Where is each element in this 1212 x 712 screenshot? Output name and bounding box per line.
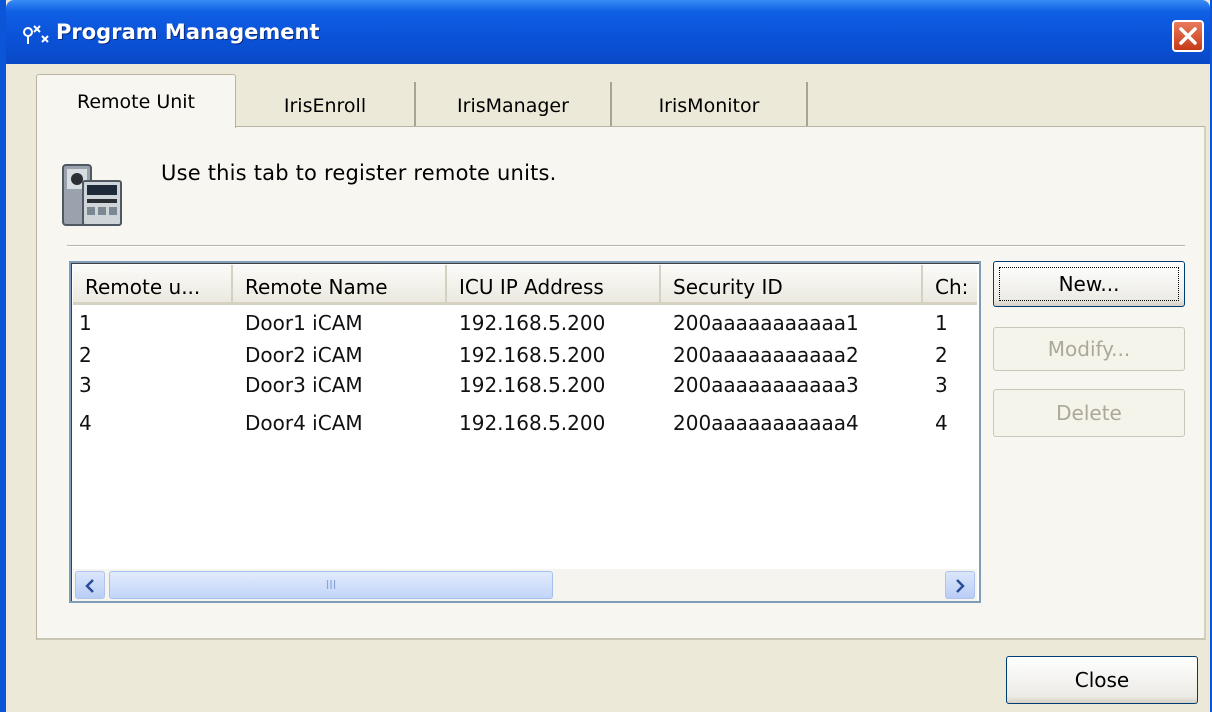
column-remote-name[interactable]: Remote Name	[233, 265, 447, 305]
cell-remote-name: Door3 iCAM	[245, 373, 363, 397]
cell-channel: 2	[935, 343, 948, 367]
tab-label: IrisMonitor	[658, 95, 760, 117]
cell-channel: 3	[935, 373, 948, 397]
column-channel[interactable]: Ch:	[923, 265, 977, 305]
tab-label: Remote Unit	[76, 91, 196, 113]
remote-units-list[interactable]: Remote u... Remote Name ICU IP Address S…	[69, 261, 981, 603]
chevron-left-icon	[85, 579, 94, 593]
modify-button[interactable]: Modify...	[993, 327, 1185, 371]
cell-channel: 1	[935, 311, 948, 335]
table-row[interactable]: 1 Door1 iCAM 192.168.5.200 200aaaaaaaaaa…	[73, 307, 977, 339]
column-remote-unit[interactable]: Remote u...	[73, 265, 233, 305]
chevron-right-icon	[956, 579, 965, 593]
title-bar[interactable]: Program Management	[6, 0, 1210, 64]
tab-irisenroll[interactable]: IrisEnroll	[236, 82, 416, 128]
list-header: Remote u... Remote Name ICU IP Address S…	[73, 265, 977, 307]
panel-description: Use this tab to register remote units.	[161, 161, 557, 185]
tab-label: IrisEnroll	[283, 95, 367, 117]
cell-remote-unit: 2	[79, 343, 92, 367]
delete-button[interactable]: Delete	[993, 389, 1185, 437]
column-icu-ip-address[interactable]: ICU IP Address	[447, 265, 661, 305]
scrollbar-grip: III	[325, 578, 337, 592]
cell-remote-name: Door2 iCAM	[245, 343, 363, 367]
tab-label: IrisManager	[457, 95, 569, 117]
remote-unit-panel: Use this tab to register remote units. R…	[36, 126, 1206, 640]
close-window-button[interactable]	[1172, 20, 1204, 52]
table-row[interactable]: 3 Door3 iCAM 192.168.5.200 200aaaaaaaaaa…	[73, 369, 977, 401]
column-security-id[interactable]: Security ID	[661, 265, 923, 305]
cell-remote-unit: 1	[79, 311, 92, 335]
cell-remote-name: Door4 iCAM	[245, 411, 363, 435]
cell-remote-unit: 3	[79, 373, 92, 397]
scroll-right-button[interactable]	[945, 571, 975, 599]
cell-security-id: 200aaaaaaaaaaa3	[673, 373, 859, 397]
app-icon	[20, 22, 50, 44]
delete-button-label: Delete	[1056, 401, 1122, 425]
remote-unit-icon	[62, 164, 122, 226]
tab-irismonitor[interactable]: IrisMonitor	[612, 82, 808, 128]
close-button-label: Close	[1074, 668, 1130, 692]
cell-security-id: 200aaaaaaaaaaa1	[673, 311, 859, 335]
close-icon	[1179, 27, 1197, 45]
program-management-window: Program Management Remote Unit IrisEnrol…	[0, 0, 1212, 712]
scrollbar-thumb[interactable]: III	[109, 571, 553, 599]
tab-remote-unit[interactable]: Remote Unit	[36, 74, 236, 128]
table-row[interactable]: 2 Door2 iCAM 192.168.5.200 200aaaaaaaaaa…	[73, 339, 977, 371]
horizontal-scrollbar[interactable]: III	[73, 569, 977, 601]
cell-security-id: 200aaaaaaaaaaa2	[673, 343, 859, 367]
table-row[interactable]: 4 Door4 iCAM 192.168.5.200 200aaaaaaaaaa…	[73, 407, 977, 439]
cell-security-id: 200aaaaaaaaaaa4	[673, 411, 859, 435]
modify-button-label: Modify...	[1047, 337, 1131, 361]
cell-ip-address: 192.168.5.200	[459, 373, 606, 397]
cell-channel: 4	[935, 411, 948, 435]
cell-remote-unit: 4	[79, 411, 92, 435]
cell-ip-address: 192.168.5.200	[459, 411, 606, 435]
cell-ip-address: 192.168.5.200	[459, 343, 606, 367]
tab-irismanager[interactable]: IrisManager	[416, 82, 612, 128]
close-button[interactable]: Close	[1006, 656, 1198, 704]
cell-ip-address: 192.168.5.200	[459, 311, 606, 335]
cell-remote-name: Door1 iCAM	[245, 311, 363, 335]
new-button[interactable]: New...	[993, 261, 1185, 307]
focus-rect	[999, 267, 1179, 301]
window-title: Program Management	[56, 20, 320, 44]
scroll-left-button[interactable]	[75, 571, 105, 599]
separator	[67, 245, 1185, 247]
